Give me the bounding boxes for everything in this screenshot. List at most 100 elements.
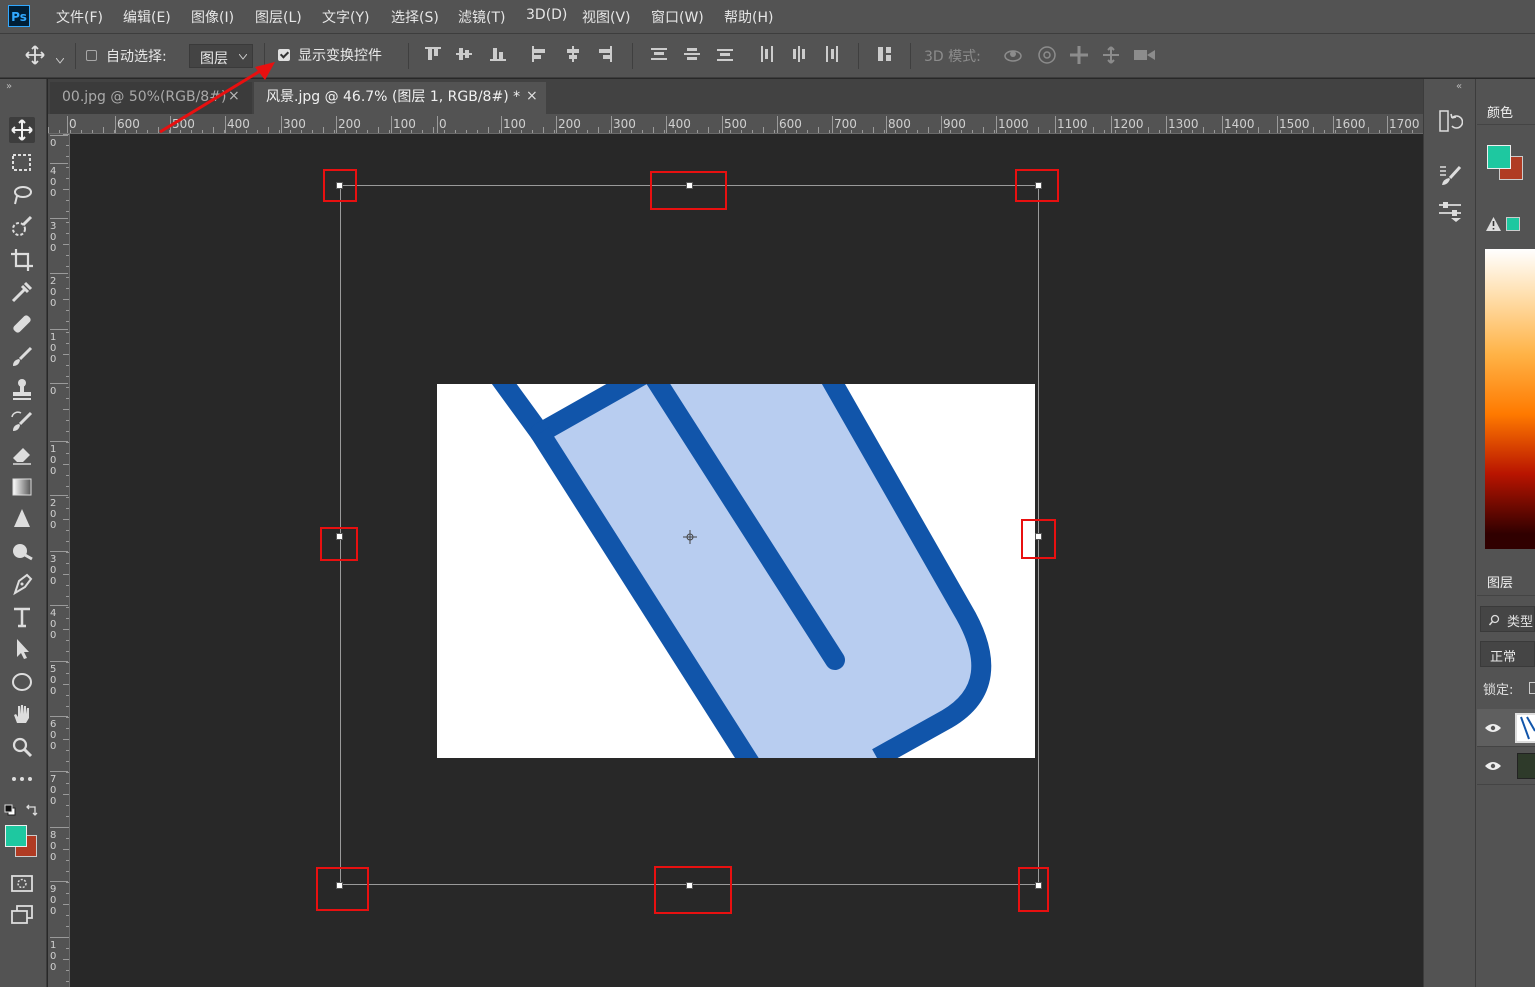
layer-thumbnail <box>1515 713 1535 743</box>
menu-layer[interactable]: 图层(L) <box>255 7 302 27</box>
lock-transparent-icon[interactable] <box>1529 682 1535 694</box>
menu-edit[interactable]: 编辑(E) <box>123 7 171 27</box>
menu-type[interactable]: 文字(Y) <box>322 7 369 27</box>
ruler-tick-label: 700 <box>834 117 857 131</box>
tab-landscape-jpg[interactable]: 风景.jpg @ 46.7% (图层 1, RGB/8#) * <box>254 82 546 114</box>
color-panel-tab[interactable]: 颜色 <box>1477 96 1535 125</box>
tab-close-icon[interactable]: × <box>526 88 538 104</box>
menu-window[interactable]: 窗口(W) <box>651 7 704 27</box>
ruler-tick-label: 800 <box>50 830 57 863</box>
ruler-tick-label: 900 <box>943 117 966 131</box>
foreground-color-swatch[interactable] <box>5 825 27 847</box>
screen-mode-icon[interactable] <box>9 902 35 928</box>
dodge-tool-icon[interactable] <box>9 539 35 565</box>
align-left-icon[interactable] <box>530 45 548 63</box>
layers-panel-title: 图层 <box>1487 576 1514 591</box>
align-hcenter-icon[interactable] <box>564 45 582 63</box>
quick-select-tool-icon[interactable] <box>9 214 35 240</box>
blur-tool-icon[interactable] <box>9 506 35 532</box>
more-tools-icon[interactable] <box>9 766 35 792</box>
ruler-tick-label: 400 <box>50 166 57 199</box>
ruler-tick-label: 900 <box>50 884 57 917</box>
show-transform-controls-label: 显示变换控件 <box>298 48 382 64</box>
lasso-tool-icon[interactable] <box>9 182 35 208</box>
distribute-vcenter-icon[interactable] <box>683 45 701 63</box>
ruler-tick-label: 1500 <box>1279 117 1310 131</box>
layer-row-1[interactable] <box>1477 709 1535 747</box>
move-tool-preset-icon[interactable] <box>24 44 46 66</box>
menu-help[interactable]: 帮助(H) <box>724 7 773 27</box>
type-tool-icon[interactable] <box>9 604 35 630</box>
ruler-tick-label: 800 <box>888 117 911 131</box>
path-selection-tool-icon[interactable] <box>9 636 35 662</box>
menu-select[interactable]: 选择(S) <box>391 7 439 27</box>
auto-align-icon[interactable] <box>876 45 894 63</box>
crop-tool-icon[interactable] <box>9 247 35 273</box>
adjustments-panel-icon[interactable] <box>1437 198 1463 224</box>
quick-mask-icon[interactable] <box>9 870 35 896</box>
eraser-tool-icon[interactable] <box>9 441 35 467</box>
distribute-top-icon[interactable] <box>650 45 668 63</box>
3d-orbit-icon[interactable] <box>1003 45 1023 65</box>
healing-brush-tool-icon[interactable] <box>9 311 35 337</box>
3d-pan-icon[interactable] <box>1069 45 1089 65</box>
align-bottom-icon[interactable] <box>489 45 507 63</box>
hand-tool-icon[interactable] <box>9 701 35 727</box>
blend-mode-dropdown[interactable]: 正常 <box>1480 641 1535 667</box>
collapse-toolbar-icon[interactable]: » <box>6 81 12 92</box>
distribute-bottom-icon[interactable] <box>716 45 734 63</box>
search-icon <box>1489 614 1500 626</box>
3d-slide-icon[interactable] <box>1101 45 1121 65</box>
gamut-color-swatch[interactable] <box>1506 217 1520 231</box>
clone-stamp-tool-icon[interactable] <box>9 376 35 402</box>
menu-3d[interactable]: 3D(D) <box>526 7 567 23</box>
color-spectrum-picker[interactable] <box>1485 249 1535 549</box>
pen-tool-icon[interactable] <box>9 571 35 597</box>
menu-filter[interactable]: 滤镜(T) <box>458 7 505 27</box>
marquee-tool-icon[interactable] <box>9 150 35 176</box>
swap-colors-icon[interactable] <box>25 803 39 817</box>
menu-view[interactable]: 视图(V) <box>582 7 631 27</box>
panel-foreground-color-swatch[interactable] <box>1487 145 1511 169</box>
history-brush-tool-icon[interactable] <box>9 409 35 435</box>
3d-roll-icon[interactable] <box>1037 45 1057 65</box>
collapse-panels-icon[interactable]: « <box>1456 81 1462 92</box>
align-vcenter-icon[interactable] <box>455 45 473 63</box>
eyedropper-tool-icon[interactable] <box>9 279 35 305</box>
ruler-tick-label: 0 <box>69 117 77 131</box>
default-colors-icon[interactable] <box>4 804 16 816</box>
blend-mode-value: 正常 <box>1490 650 1517 665</box>
ruler-tick-label: 100 <box>393 117 416 131</box>
layer-filter-field[interactable]: 类型 <box>1480 606 1535 632</box>
brush-tool-icon[interactable] <box>9 344 35 370</box>
layers-panel-tab[interactable]: 图层 <box>1477 565 1535 596</box>
move-tool-icon[interactable] <box>9 117 35 143</box>
layer-row-2[interactable] <box>1477 747 1535 785</box>
align-top-icon[interactable] <box>424 45 442 63</box>
ruler-tick-label: 1400 <box>1224 117 1255 131</box>
warning-icon[interactable] <box>1486 217 1501 231</box>
ellipse-tool-icon[interactable] <box>9 669 35 695</box>
3d-camera-icon[interactable] <box>1133 45 1155 65</box>
annotation-box <box>1021 519 1056 559</box>
visibility-eye-icon[interactable] <box>1485 761 1501 771</box>
distribute-hcenter-icon[interactable] <box>790 45 808 63</box>
auto-select-checkbox[interactable] <box>86 50 97 61</box>
annotation-box <box>320 527 358 561</box>
ruler-tick-label: 100 <box>50 332 57 365</box>
layer-filter-label: 类型 <box>1507 615 1534 630</box>
distribute-right-icon[interactable] <box>823 45 841 63</box>
visibility-eye-icon[interactable] <box>1485 723 1501 733</box>
brush-settings-panel-icon[interactable] <box>1437 162 1463 188</box>
history-panel-icon[interactable] <box>1437 108 1464 134</box>
zoom-tool-icon[interactable] <box>9 734 35 760</box>
ruler-tick-label: 100 <box>503 117 526 131</box>
ruler-tick-label: 500 <box>50 664 57 697</box>
align-right-icon[interactable] <box>596 45 614 63</box>
chevron-down-icon[interactable] <box>55 53 65 64</box>
menu-file[interactable]: 文件(F) <box>56 7 103 27</box>
menu-image[interactable]: 图像(I) <box>191 7 234 27</box>
transform-center-point-icon[interactable] <box>683 530 697 544</box>
gradient-tool-icon[interactable] <box>9 474 35 500</box>
distribute-left-icon[interactable] <box>758 45 776 63</box>
